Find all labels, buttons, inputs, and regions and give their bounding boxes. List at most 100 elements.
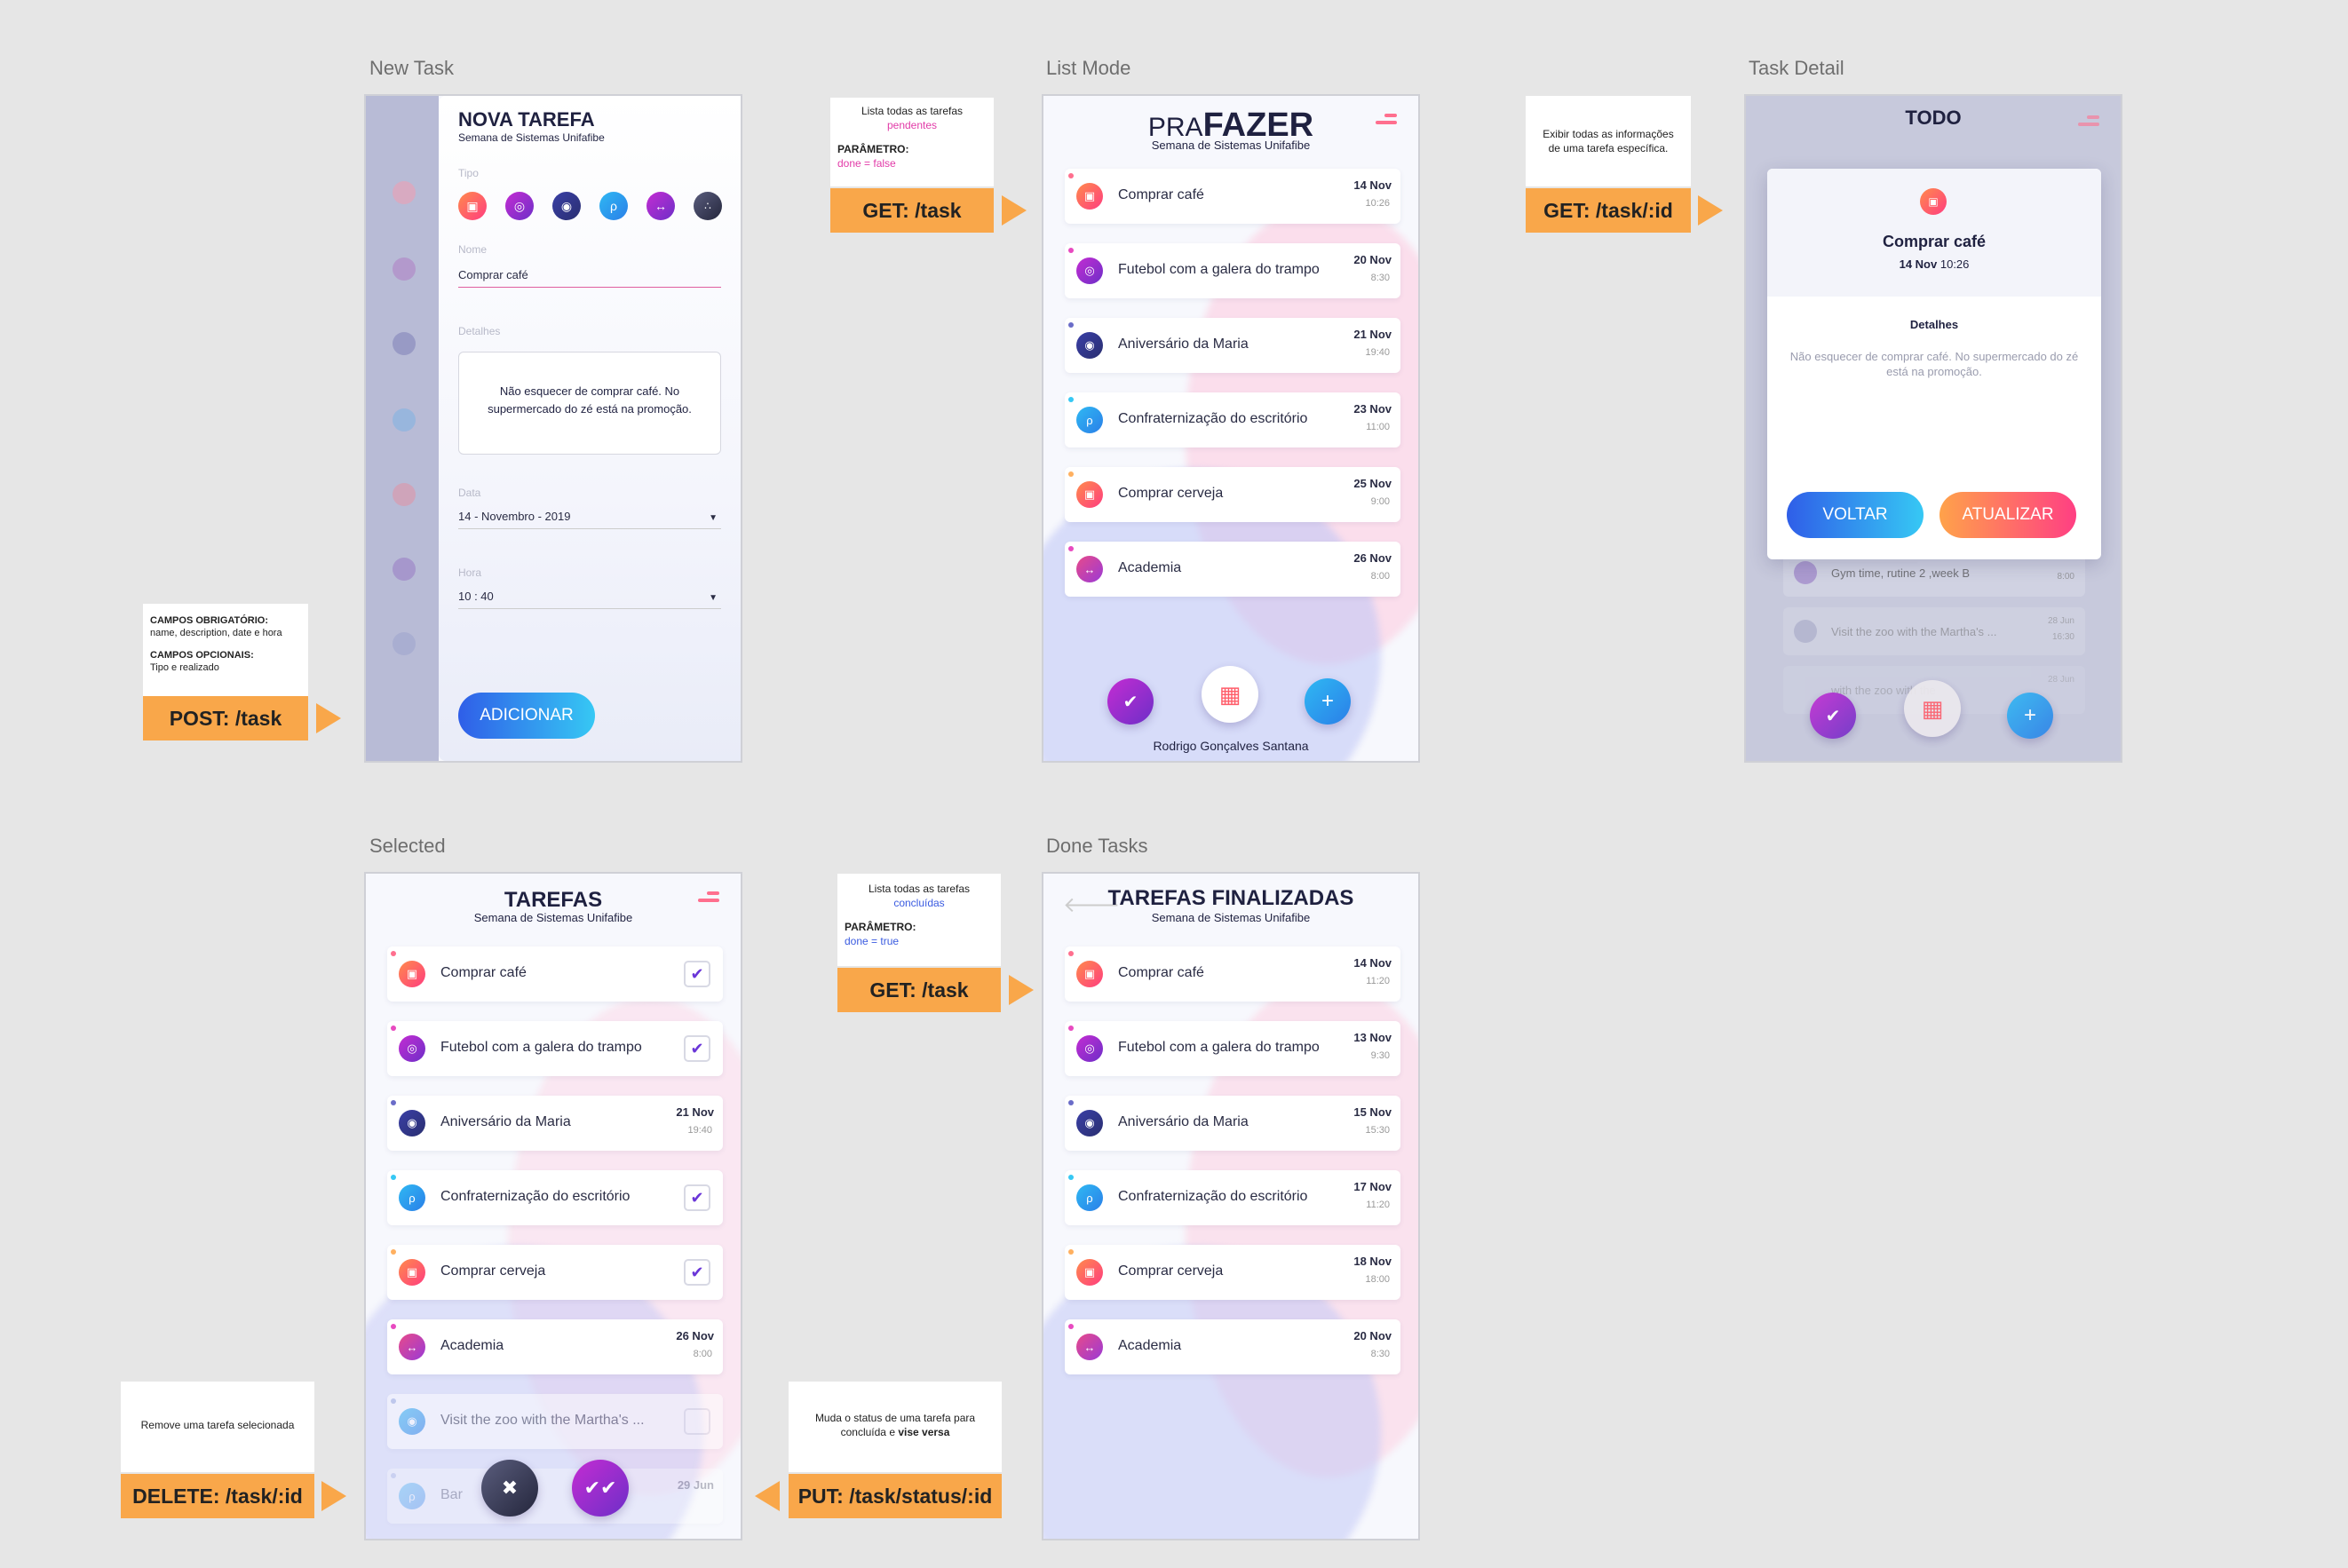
date-select[interactable]: 14 - Novembro - 2019 ▼ bbox=[458, 510, 721, 529]
task-time: 9:00 bbox=[1370, 496, 1390, 507]
task-datetime: 14 Nov 10:26 bbox=[1899, 257, 1970, 271]
task-name: Bar bbox=[440, 1487, 463, 1502]
add-button[interactable]: + bbox=[1305, 678, 1351, 725]
calendar-icon: ▦ bbox=[1218, 680, 1241, 708]
arrow-right-icon bbox=[316, 703, 341, 733]
add-button[interactable]: + bbox=[2007, 693, 2053, 739]
caret-down-icon: ▼ bbox=[709, 513, 718, 523]
done-filter-button[interactable]: ✔ bbox=[1810, 693, 1856, 739]
color-dot bbox=[391, 1473, 396, 1478]
details-heading: Detalhes bbox=[1909, 318, 1959, 331]
balloon-icon: ρ bbox=[399, 1483, 425, 1509]
page-subtitle: Semana de Sistemas Unifafibe bbox=[1151, 911, 1311, 924]
page-subtitle: Semana de Sistemas Unifafibe bbox=[1151, 139, 1311, 152]
page-title: NOVA TAREFA bbox=[458, 108, 595, 131]
task-time: 11:20 bbox=[1366, 1200, 1390, 1210]
new-task-screen: NOVA TAREFA Semana de Sistemas Unifafibe… bbox=[364, 94, 742, 763]
task-card[interactable]: ↔ Academia 26 Nov 8:00 bbox=[1065, 542, 1400, 597]
task-card[interactable]: ◉ Aniversário da Maria 15 Nov 15:30 bbox=[1065, 1096, 1400, 1151]
delete-button[interactable]: ✖ bbox=[481, 1460, 538, 1517]
get-done-endpoint-label: GET: /task bbox=[837, 968, 1001, 1012]
arrow-right-icon bbox=[321, 1481, 346, 1511]
task-card[interactable]: ◉ Aniversário da Maria 21 Nov 19:40 bbox=[387, 1096, 723, 1151]
ball-icon[interactable]: ◎ bbox=[505, 192, 534, 220]
task-time: 8:30 bbox=[1370, 1349, 1390, 1359]
task-card[interactable]: ▣ Comprar café 14 Nov 10:26 bbox=[1065, 169, 1400, 224]
calendar-button[interactable]: ▦ bbox=[1202, 666, 1258, 723]
check-icon: ✔ bbox=[1122, 692, 1138, 712]
basket-icon: ▣ bbox=[1920, 188, 1947, 215]
color-dot bbox=[1068, 471, 1074, 477]
basket-icon[interactable]: ▣ bbox=[458, 192, 487, 220]
type-selector: ▣ ◎ ◉ ρ ↔ ∴ bbox=[458, 192, 722, 220]
task-card[interactable]: ρ Bar 29 Jun bbox=[387, 1469, 723, 1524]
task-card[interactable]: ↔ Academia 20 Nov 8:30 bbox=[1065, 1319, 1400, 1374]
task-name: Futebol com a galera do trampo bbox=[1118, 262, 1320, 277]
task-time: 11:20 bbox=[1366, 976, 1390, 986]
dots-icon[interactable]: ∴ bbox=[694, 192, 722, 220]
select-checkbox[interactable]: ✔ bbox=[684, 1035, 710, 1062]
task-date: 17 Nov bbox=[1353, 1180, 1392, 1193]
task-card[interactable]: ρ Confraternização do escritório 17 Nov 11:… bbox=[1065, 1170, 1400, 1225]
done-filter-button[interactable]: ✔ bbox=[1107, 678, 1154, 725]
basket-icon: ▣ bbox=[1076, 1259, 1103, 1286]
select-checkbox[interactable]: ✔ bbox=[684, 961, 710, 987]
task-card[interactable]: ▣ Comprar cerveja 25 Nov 9:00 bbox=[1065, 467, 1400, 522]
list-item: Visit the zoo with the Martha's ... 28 J… bbox=[1783, 607, 2085, 655]
task-card[interactable]: ▣ Comprar cerveja 18 Nov 18:00 bbox=[1065, 1245, 1400, 1300]
update-button[interactable]: ATUALIZAR bbox=[1939, 492, 2076, 538]
task-card[interactable]: ▣ Comprar café ✔ bbox=[387, 946, 723, 1002]
task-time: 10:26 bbox=[1365, 198, 1390, 209]
task-date: 14 Nov bbox=[1353, 178, 1392, 192]
task-card[interactable]: ◉ Visit the zoo with the Martha's ... bbox=[387, 1394, 723, 1449]
dumbbell-icon[interactable]: ↔ bbox=[646, 192, 675, 220]
list-mode-screen: PRAFAZER Semana de Sistemas Unifafibe ▣ C… bbox=[1042, 94, 1420, 763]
task-name: Aniversário da Maria bbox=[440, 1114, 571, 1129]
task-name: Comprar café bbox=[440, 965, 527, 980]
task-card[interactable]: ◎ Futebol com a galera do trampo 20 Nov 8:3… bbox=[1065, 243, 1400, 298]
select-checkbox[interactable]: ✔ bbox=[684, 1184, 710, 1211]
mark-done-button[interactable]: ✔✔ bbox=[572, 1460, 629, 1517]
get-id-note: Exibir todas as informações de uma taref… bbox=[1526, 96, 1691, 186]
task-card[interactable]: ρ Confraternização do escritório 23 Nov 11:… bbox=[1065, 392, 1400, 447]
menu-icon[interactable] bbox=[2078, 115, 2099, 130]
location-icon[interactable]: ◉ bbox=[552, 192, 581, 220]
task-card[interactable]: ρ Confraternização do escritório ✔ bbox=[387, 1170, 723, 1225]
task-card[interactable]: ◉ Aniversário da Maria 21 Nov 19:40 bbox=[1065, 318, 1400, 373]
task-card[interactable]: ◎ Futebol com a galera do trampo 13 Nov 9:3… bbox=[1065, 1021, 1400, 1076]
task-time: 18:00 bbox=[1365, 1274, 1390, 1285]
task-card[interactable]: ◎ Futebol com a galera do trampo ✔ bbox=[387, 1021, 723, 1076]
task-name: Comprar cerveja bbox=[440, 1263, 546, 1279]
detalhes-label: Detalhes bbox=[458, 325, 501, 337]
task-name: Academia bbox=[1118, 560, 1182, 575]
time-select[interactable]: 10 : 40 ▼ bbox=[458, 590, 721, 609]
add-task-button[interactable]: ADICIONAR bbox=[458, 693, 595, 739]
task-card[interactable]: ▣ Comprar cerveja ✔ bbox=[387, 1245, 723, 1300]
task-name: Comprar café bbox=[1118, 187, 1204, 202]
details-text: Não esquecer de comprar café. No superme… bbox=[1789, 350, 2079, 378]
task-card[interactable]: ↔ Academia 26 Nov 8:00 bbox=[387, 1319, 723, 1374]
select-checkbox[interactable]: ✔ bbox=[684, 1259, 710, 1286]
task-time: 11:00 bbox=[1366, 422, 1390, 432]
check-icon: ✔ bbox=[690, 964, 704, 983]
back-button[interactable]: VOLTAR bbox=[1787, 492, 1924, 538]
task-date: 18 Nov bbox=[1353, 1255, 1392, 1268]
name-input[interactable]: Comprar café bbox=[458, 268, 721, 288]
task-card[interactable]: ▣ Comprar café 14 Nov 11:20 bbox=[1065, 946, 1400, 1002]
balloon-icon[interactable]: ρ bbox=[599, 192, 628, 220]
task-time: 19:40 bbox=[687, 1125, 712, 1136]
select-checkbox[interactable] bbox=[684, 1408, 710, 1435]
ball-icon: ◎ bbox=[399, 1035, 425, 1062]
color-dot bbox=[1068, 546, 1074, 551]
color-dot bbox=[391, 1249, 396, 1255]
color-dot bbox=[1068, 322, 1074, 328]
menu-icon[interactable] bbox=[698, 891, 719, 906]
ball-icon: ◎ bbox=[1076, 1035, 1103, 1062]
check-icon: ✔ bbox=[690, 1263, 704, 1281]
heart-icon bbox=[1068, 951, 1074, 956]
check-icon: ✔ bbox=[1825, 706, 1841, 726]
details-textarea[interactable]: Não esquecer de comprar café. No superme… bbox=[458, 352, 721, 455]
calendar-button[interactable]: ▦ bbox=[1904, 680, 1961, 737]
menu-icon[interactable] bbox=[1376, 114, 1397, 128]
done-tasks-screen: 🡐 TAREFAS FINALIZADAS Semana de Sistemas… bbox=[1042, 872, 1420, 1540]
